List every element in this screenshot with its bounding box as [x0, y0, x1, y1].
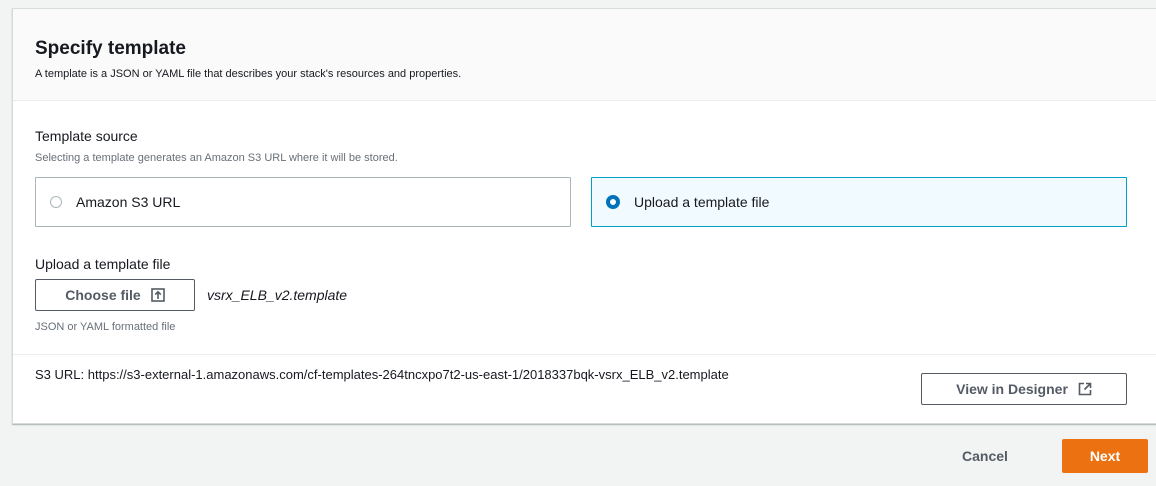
s3-url-label: S3 URL:: [35, 367, 85, 382]
cancel-button[interactable]: Cancel: [962, 446, 1008, 466]
upload-file-label: Upload a template file: [35, 256, 171, 272]
template-source-label: Template source: [35, 128, 138, 144]
template-source-hint: Selecting a template generates an Amazon…: [35, 152, 398, 164]
external-link-icon: [1078, 382, 1092, 396]
amazon-s3-url-option-label: Amazon S3 URL: [76, 194, 181, 210]
panel-header: Specify template A template is a JSON or…: [13, 9, 1156, 101]
view-in-designer-button[interactable]: View in Designer: [921, 373, 1127, 405]
choose-file-button-label: Choose file: [65, 287, 141, 303]
s3-url-value: https://s3-external-1.amazonaws.com/cf-t…: [87, 367, 729, 382]
upload-icon: [150, 288, 165, 302]
file-format-hint: JSON or YAML formatted file: [35, 321, 176, 333]
next-button[interactable]: Next: [1062, 439, 1148, 473]
view-in-designer-label: View in Designer: [956, 381, 1068, 397]
specify-template-panel: Specify template A template is a JSON or…: [12, 8, 1156, 424]
upload-template-file-option[interactable]: Upload a template file: [591, 177, 1127, 227]
radio-selected-icon[interactable]: [606, 195, 620, 209]
choose-file-button[interactable]: Choose file: [35, 279, 195, 311]
amazon-s3-url-option[interactable]: Amazon S3 URL: [35, 177, 571, 227]
page-title: Specify template: [35, 38, 186, 59]
divider: [13, 354, 1156, 355]
radio-unselected-icon[interactable]: [50, 196, 62, 208]
upload-template-file-option-label: Upload a template file: [634, 194, 770, 210]
s3-url-text: S3 URL: https://s3-external-1.amazonaws.…: [35, 365, 815, 385]
selected-file-name: vsrx_ELB_v2.template: [207, 287, 348, 303]
panel-description: A template is a JSON or YAML file that d…: [35, 68, 462, 80]
